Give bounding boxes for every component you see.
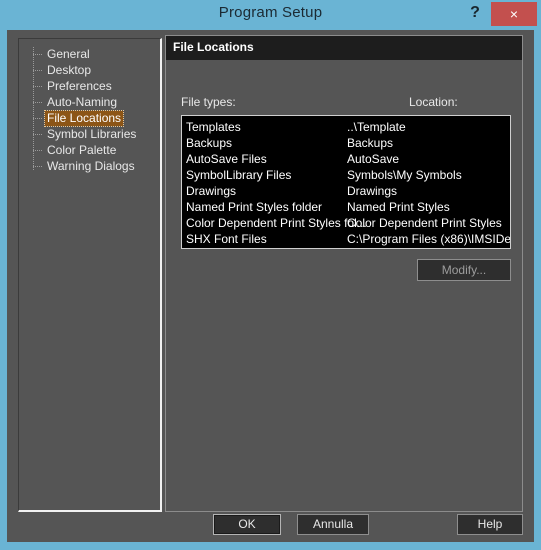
location-cell: Drawings (347, 184, 398, 198)
sidebar-item-label: General (47, 47, 90, 61)
dialog-body: General Desktop Preferences Auto-Naming File… (7, 30, 534, 542)
location-cell: Backups (347, 136, 394, 150)
file-type-cell: AutoSave Files (186, 152, 267, 166)
help-button[interactable]: Help (457, 514, 523, 535)
tree-connector-line (33, 47, 34, 171)
program-setup-dialog: Program Setup ? × General Desktop Preferen… (0, 0, 541, 550)
ok-button[interactable]: OK (213, 514, 281, 535)
content-panel: File Locations File types: Location: Tem… (165, 35, 523, 512)
sidebar-item-label: Auto-Naming (47, 95, 118, 109)
list-item[interactable]: Color Dependent Print Styles fol... Color… (182, 215, 510, 231)
location-cell: Color Dependent Print Styles (347, 216, 502, 230)
sidebar-item-label: Symbol Libraries (47, 127, 137, 141)
title-bar: Program Setup ? × (0, 0, 541, 29)
settings-tree[interactable]: General Desktop Preferences Auto-Naming File… (18, 38, 162, 512)
tree-connector-stub-icon (33, 102, 42, 103)
file-locations-list[interactable]: Templates ..\Template Backups Backups AutoSa… (181, 115, 511, 249)
file-locations-pane: File types: Location: Templates ..\Templa… (172, 64, 516, 507)
window-title: Program Setup (218, 4, 323, 21)
list-item[interactable]: AutoSave Files AutoSave (182, 151, 510, 167)
settings-tree-inner: General Desktop Preferences Auto-Naming File… (19, 39, 160, 510)
sidebar-item-label: Warning Dialogs (47, 159, 135, 173)
tree-connector-stub-icon (33, 118, 42, 119)
sidebar-item-label: File Locations (43, 110, 125, 127)
location-cell: Named Print Styles (347, 200, 450, 214)
file-type-cell: Drawings (186, 184, 237, 198)
location-column-label: Location: (409, 95, 458, 109)
cancel-button[interactable]: Annulla (297, 514, 369, 535)
location-cell: AutoSave (347, 152, 400, 166)
tree-connector-stub-icon (33, 134, 42, 135)
location-cell: ..\Template (347, 120, 406, 134)
file-type-cell: Templates (186, 120, 241, 134)
sidebar-item-label: Preferences (47, 79, 112, 93)
file-type-cell: Backups (186, 136, 233, 150)
list-item[interactable]: SHX Font Files C:\Program Files (x86)\IMS… (182, 231, 510, 247)
list-item[interactable]: Drawings Drawings (182, 183, 510, 199)
tree-connector-stub-icon (33, 54, 42, 55)
tree-connector-stub-icon (33, 86, 42, 87)
location-cell: C:\Program Files (x86)\IMSIDes... (347, 232, 511, 246)
file-type-cell: SymbolLibrary Files (186, 168, 292, 182)
modify-button[interactable]: Modify... (417, 259, 511, 281)
list-item[interactable]: Named Print Styles folder Named Print Sty… (182, 199, 510, 215)
list-item[interactable]: Templates ..\Template (182, 119, 510, 135)
list-item[interactable]: Backups Backups (182, 135, 510, 151)
close-icon[interactable]: × (491, 2, 537, 26)
tree-connector-stub-icon (33, 166, 42, 167)
sidebar-item-label: Color Palette (47, 143, 117, 157)
file-type-cell: SHX Font Files (186, 232, 267, 246)
file-types-column-label: File types: (181, 95, 236, 109)
page-title: File Locations (173, 40, 254, 54)
list-item[interactable]: SymbolLibrary Files Symbols\My Symbols (182, 167, 510, 183)
location-cell: Symbols\My Symbols (347, 168, 462, 182)
tree-connector-stub-icon (33, 150, 42, 151)
tree-connector-stub-icon (33, 70, 42, 71)
sidebar-item-label: Desktop (47, 63, 92, 77)
file-type-cell: Named Print Styles folder (186, 200, 323, 214)
file-type-cell: Color Dependent Print Styles fol... (186, 216, 367, 230)
help-icon[interactable]: ? (462, 0, 488, 26)
content-header: File Locations (166, 36, 522, 60)
